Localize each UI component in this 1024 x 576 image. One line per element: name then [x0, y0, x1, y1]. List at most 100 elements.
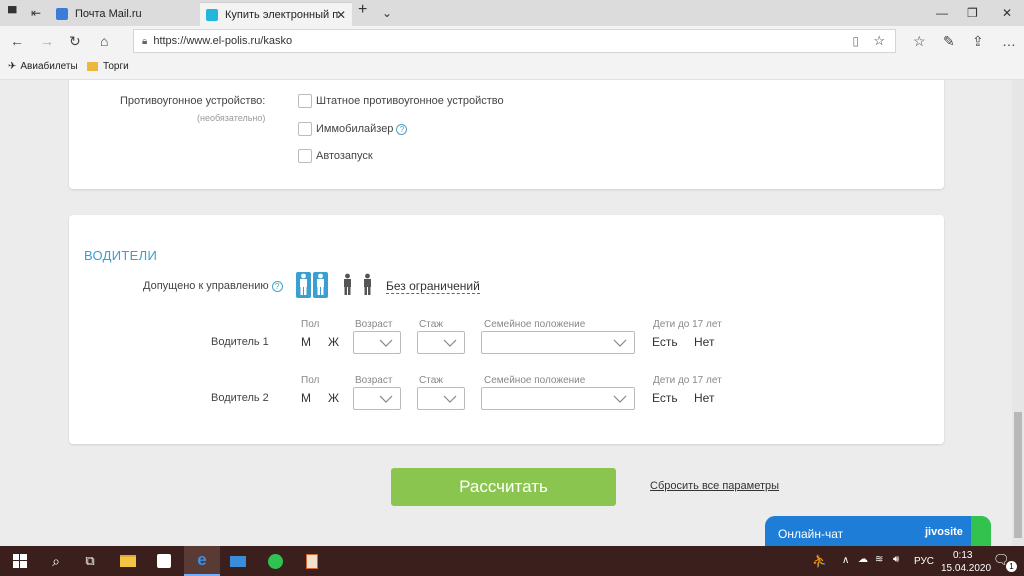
notification-count: 1	[1006, 561, 1017, 572]
restore-icon[interactable]: ❐	[967, 6, 978, 20]
driver-count-3[interactable]	[340, 272, 355, 298]
home-icon[interactable]: ⌂	[100, 34, 108, 48]
clock-time[interactable]: 0:13	[953, 550, 972, 561]
forward-icon[interactable]: →	[40, 34, 54, 48]
tab-actions-icon[interactable]: ▀	[8, 6, 17, 20]
chevron-down-icon[interactable]: ⌄	[382, 6, 392, 20]
driver-count-4[interactable]	[360, 272, 375, 298]
col-age: Возраст	[355, 375, 393, 386]
volume-icon[interactable]: 🔊︎	[893, 554, 899, 565]
network-icon[interactable]: ☁	[858, 554, 868, 565]
mail-icon[interactable]	[220, 546, 256, 576]
favorites-icon[interactable]: ☆	[913, 34, 926, 48]
checkbox-immobilizer[interactable]	[298, 122, 312, 136]
scrollbar-thumb[interactable]	[1014, 412, 1022, 538]
address-bar: ← → ↻ ⌂ 🔒︎ https://www.el-polis.ru/kasko…	[0, 26, 1024, 56]
language-indicator[interactable]: РУС	[914, 556, 934, 567]
driver-count-1[interactable]	[296, 272, 311, 298]
option-standard: Штатное противоугонное устройство	[316, 95, 504, 107]
close-window-icon[interactable]: ✕	[1002, 6, 1012, 20]
driver-2-kids-yes[interactable]: Есть	[652, 391, 678, 405]
explorer-icon[interactable]	[110, 546, 146, 576]
minimize-icon[interactable]: —	[936, 6, 948, 20]
document-app-icon[interactable]	[294, 546, 330, 576]
store-icon[interactable]	[146, 546, 182, 576]
driver-2-age-select[interactable]	[353, 387, 401, 410]
whatsapp-icon[interactable]	[257, 546, 293, 576]
bookmark-avia[interactable]: ✈ Авиабилеты	[8, 61, 78, 72]
reading-view-icon[interactable]: ▯	[852, 34, 859, 48]
driver-2-kids-no[interactable]: Нет	[694, 391, 714, 405]
people-icon[interactable]: ⛹	[812, 554, 827, 568]
bookmarks-bar: ✈ Авиабилеты Торги	[0, 56, 1024, 80]
chevron-down-icon	[379, 339, 393, 347]
driver-count-2[interactable]	[313, 272, 328, 298]
antitheft-label: Противоугонное устройство:	[120, 95, 266, 107]
help-icon[interactable]: ?	[271, 280, 283, 292]
driver-1-experience-select[interactable]	[417, 331, 465, 354]
driver-2-family-select[interactable]	[481, 387, 635, 410]
driver-1-sex-m[interactable]: М	[301, 335, 311, 349]
start-button[interactable]	[2, 546, 38, 576]
refresh-icon[interactable]: ↻	[69, 34, 81, 48]
driver-1-sex-f[interactable]: Ж	[328, 335, 339, 349]
chevron-down-icon	[443, 395, 457, 403]
person-icon	[344, 273, 351, 295]
taskbar: ⌕ ⧉ e ⛹ ∧ ☁ ≋ 🔊︎ РУС 0:13 15.04.2020 🗨︎ …	[0, 546, 1024, 576]
person-icon	[364, 273, 371, 295]
search-icon[interactable]: ⌕	[38, 546, 74, 576]
antitheft-optional: (необязательно)	[197, 113, 266, 123]
back-tabs-icon[interactable]: ⇤	[31, 6, 41, 20]
tab-mail[interactable]: Почта Mail.ru	[50, 2, 198, 26]
wifi-icon[interactable]: ≋	[875, 554, 883, 565]
back-icon[interactable]: ←	[10, 34, 24, 48]
url-input[interactable]: 🔒︎ https://www.el-polis.ru/kasko ▯ ☆	[133, 29, 896, 53]
elpolis-favicon-icon	[206, 8, 218, 21]
checkbox-autostart[interactable]	[298, 149, 312, 163]
lock-icon: 🔒︎	[142, 35, 148, 47]
close-tab-icon[interactable]: ✕	[336, 8, 346, 22]
calculate-button[interactable]: Рассчитать	[391, 468, 616, 506]
col-sex: Пол	[301, 319, 320, 330]
pen-icon[interactable]: ✎	[943, 34, 955, 48]
new-tab-icon[interactable]: +	[358, 2, 367, 18]
driver-2-label: Водитель 2	[211, 392, 269, 404]
more-icon[interactable]: …	[1002, 34, 1016, 48]
allowed-label-text: Допущено к управлению	[143, 280, 269, 292]
col-family: Семейное положение	[484, 375, 586, 386]
chat-label: Онлайн-чат	[778, 527, 844, 541]
chat-widget[interactable]: Онлайн-чат jivosite	[765, 516, 991, 550]
checkbox-standard[interactable]	[298, 94, 312, 108]
drivers-title: ВОДИТЕЛИ	[84, 248, 158, 263]
driver-2-sex-f[interactable]: Ж	[328, 391, 339, 405]
clock-date[interactable]: 15.04.2020	[941, 563, 991, 574]
chat-status-indicator	[971, 516, 991, 550]
driver-1-label: Водитель 1	[211, 336, 269, 348]
tab-elpolis[interactable]: Купить электронный п ✕	[200, 2, 352, 26]
help-icon[interactable]: ?	[396, 123, 408, 135]
task-view-icon[interactable]: ⧉	[72, 546, 108, 576]
driver-2-experience-select[interactable]	[417, 387, 465, 410]
edge-icon[interactable]: e	[184, 546, 220, 576]
mail-favicon-icon	[56, 8, 68, 20]
person-icon	[300, 273, 307, 295]
favorite-star-icon[interactable]: ☆	[873, 33, 885, 49]
bookmark-torgi[interactable]: Торги	[87, 61, 129, 72]
driver-1-kids-yes[interactable]: Есть	[652, 335, 678, 349]
chat-brand: jivosite	[925, 526, 963, 538]
antitheft-card: Противоугонное устройство: (необязательн…	[69, 80, 944, 189]
plane-icon: ✈	[8, 61, 17, 72]
driver-1-age-select[interactable]	[353, 331, 401, 354]
driver-1-kids-no[interactable]: Нет	[694, 335, 714, 349]
reset-link[interactable]: Сбросить все параметры	[650, 480, 779, 492]
driver-2-sex-m[interactable]: М	[301, 391, 311, 405]
share-icon[interactable]: ⇪	[972, 34, 984, 48]
col-kids: Дети до 17 лет	[653, 375, 722, 386]
chevron-down-icon	[379, 395, 393, 403]
option-immobilizer-label: Иммобилайзер	[316, 123, 394, 135]
allowed-label: Допущено к управлению?	[143, 280, 283, 292]
person-icon	[317, 273, 324, 295]
tray-chevron-icon[interactable]: ∧	[842, 555, 849, 566]
no-limit-link[interactable]: Без ограничений	[386, 279, 480, 294]
driver-1-family-select[interactable]	[481, 331, 635, 354]
